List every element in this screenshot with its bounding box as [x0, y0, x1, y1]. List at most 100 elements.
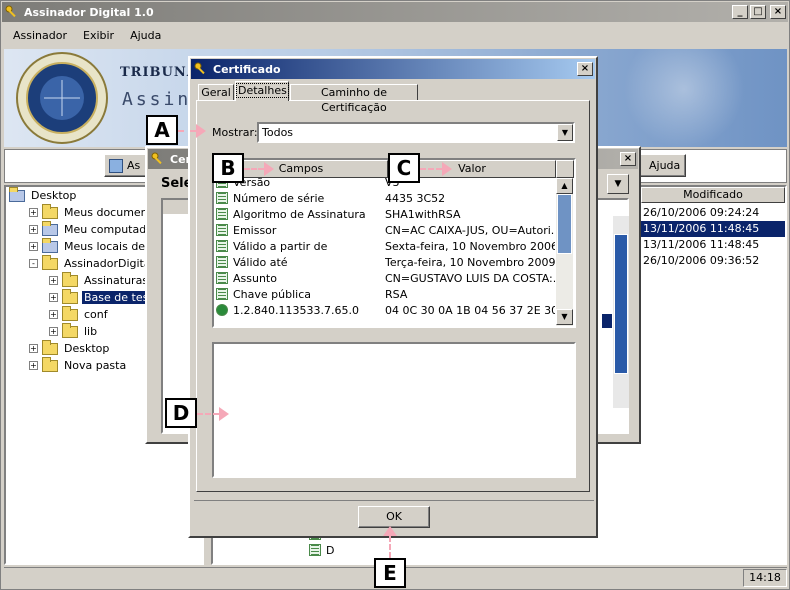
tree-item[interactable]: + Nova pasta [29, 356, 128, 374]
court-seal [16, 52, 108, 144]
chevron-down-icon[interactable]: ▼ [557, 124, 573, 141]
field-row[interactable]: Chave pública RSA [216, 286, 556, 302]
tree-item-label: conf [84, 308, 108, 321]
callout-d-pointer [197, 413, 219, 415]
folder-icon [62, 271, 78, 287]
expand-toggle-icon[interactable]: + [29, 242, 38, 251]
callout-a-arrow [196, 124, 206, 138]
field-name: Válido a partir de [233, 239, 328, 253]
expand-toggle-icon[interactable]: + [29, 344, 38, 353]
menu-exibir[interactable]: Exibir [83, 29, 114, 42]
show-dropdown[interactable]: Todos ▼ [257, 122, 575, 143]
tab-detalhes[interactable]: Detalhes [235, 81, 289, 101]
select-list-item[interactable]: D [309, 542, 335, 558]
field-icon [216, 240, 228, 252]
col-header-modified-label: Modificado [683, 188, 743, 201]
scroll-up-button[interactable]: ▲ [556, 178, 573, 194]
expand-toggle-icon[interactable]: - [29, 259, 38, 268]
ok-button[interactable]: OK [358, 506, 430, 528]
field-row[interactable]: Número de série 4435 3C52 [216, 190, 556, 206]
select-dialog-close-button[interactable]: × [620, 152, 636, 166]
file-row-modified: 13/11/2006 11:48:45 [643, 222, 760, 235]
expand-toggle-icon[interactable]: + [49, 293, 58, 302]
field-value: CN=GUSTAVO LUIS DA COSTA:... [385, 271, 555, 285]
menu-assinador[interactable]: Assinador [13, 29, 67, 42]
tree-item[interactable]: + Meu computador [29, 220, 159, 238]
field-row[interactable]: Válido a partir de Sexta-feira, 10 Novemb… [216, 238, 556, 254]
tab-caminho[interactable]: Caminho de Certificação [290, 84, 418, 114]
sign-button-label: As [127, 159, 141, 172]
field-row[interactable]: 1.2.840.113533.7.65.0 04 0C 30 0A 1B 04 5… [216, 302, 556, 318]
tree-item[interactable]: + Assinaturas [49, 271, 150, 289]
maximize-button[interactable]: □ [750, 5, 766, 19]
certificate-titlebar: Certificado × [191, 59, 595, 79]
expand-toggle-icon[interactable]: + [29, 208, 38, 217]
tree-item[interactable]: Desktop [9, 186, 78, 204]
show-label: Mostrar: [212, 126, 258, 139]
callout-c-arrow [442, 162, 452, 176]
callout-c-pointer [420, 168, 442, 170]
ok-button-label: OK [386, 510, 402, 523]
col-header-modified[interactable]: Modificado [641, 187, 785, 203]
folder-icon [42, 237, 58, 253]
field-row[interactable]: Versão V3 [216, 178, 556, 190]
status-clock: 14:18 [743, 569, 787, 587]
tree-item-label: Nova pasta [64, 359, 127, 372]
file-row-modified: 26/10/2006 09:36:52 [643, 254, 760, 267]
field-value: Terça-feira, 10 Novembro 2009 ... [385, 255, 555, 269]
tree-item-label: Desktop [31, 189, 77, 202]
folder-icon [42, 356, 58, 372]
field-row[interactable]: Algoritmo de Assinatura SHA1withRSA [216, 206, 556, 222]
menu-bar: Assinador Exibir Ajuda [13, 29, 177, 42]
col-header-filler [556, 160, 574, 178]
scroll-down-button[interactable]: ▼ [556, 309, 573, 325]
expand-toggle-icon[interactable]: + [29, 361, 38, 370]
field-row[interactable]: Emissor CN=AC CAIXA-JUS, OU=Autori... [216, 222, 556, 238]
field-value: RSA [385, 287, 408, 301]
expand-toggle-icon[interactable]: + [49, 310, 58, 319]
fields-scrollbar[interactable]: ▲ ▼ [556, 178, 573, 326]
tree-item[interactable]: + lib [49, 322, 99, 340]
callout-c: C [388, 153, 420, 183]
expand-toggle-icon[interactable]: + [49, 276, 58, 285]
file-row[interactable]: 13/11/2006 11:48:45 [641, 221, 785, 237]
file-row[interactable]: 26/10/2006 09:24:24 [641, 205, 785, 221]
field-icon [216, 192, 228, 204]
field-row[interactable]: Assunto CN=GUSTAVO LUIS DA COSTA:... [216, 270, 556, 286]
menu-ajuda[interactable]: Ajuda [130, 29, 161, 42]
col-header-campos-label: Campos [278, 162, 324, 175]
select-list-scrollbar[interactable] [613, 216, 629, 408]
file-row[interactable]: 13/11/2006 11:48:45 [641, 237, 785, 253]
expand-toggle-icon[interactable]: + [29, 225, 38, 234]
callout-e-pointer [389, 536, 391, 558]
select-scroll-thumb[interactable] [614, 234, 628, 374]
scroll-thumb[interactable] [557, 194, 572, 254]
sign-button[interactable]: As [104, 154, 148, 177]
select-list-item-label: D [326, 543, 335, 557]
callout-b-arrow [264, 162, 274, 176]
field-name: Algoritmo de Assinatura [233, 207, 366, 221]
key-icon [5, 5, 16, 18]
field-row[interactable]: Válido até Terça-feira, 10 Novembro 2009 … [216, 254, 556, 270]
field-detail-area[interactable] [212, 342, 576, 478]
folder-icon [42, 254, 58, 270]
field-value: SHA1withRSA [385, 207, 461, 221]
extension-icon [216, 304, 228, 316]
tab-geral[interactable]: Geral [198, 84, 234, 101]
tree-item[interactable]: - AssinadorDigital [29, 254, 156, 272]
field-name: Versão [233, 178, 271, 189]
callout-a: A [146, 115, 178, 145]
tree-item[interactable]: + Desktop [29, 339, 111, 357]
pen-icon [109, 158, 123, 173]
select-dialog-dropdown[interactable]: ▼ [607, 174, 629, 194]
close-button[interactable]: × [770, 5, 786, 19]
minimize-button[interactable]: _ [732, 5, 748, 19]
callout-e: E [374, 558, 406, 588]
field-name: 1.2.840.113533.7.65.0 [233, 303, 359, 317]
file-row[interactable]: 26/10/2006 09:36:52 [641, 253, 785, 269]
certificate-close-button[interactable]: × [577, 62, 593, 76]
tree-item[interactable]: + conf [49, 305, 110, 323]
field-icon [216, 256, 228, 268]
certificate-title: Certificado [213, 62, 281, 76]
expand-toggle-icon[interactable]: + [49, 327, 58, 336]
